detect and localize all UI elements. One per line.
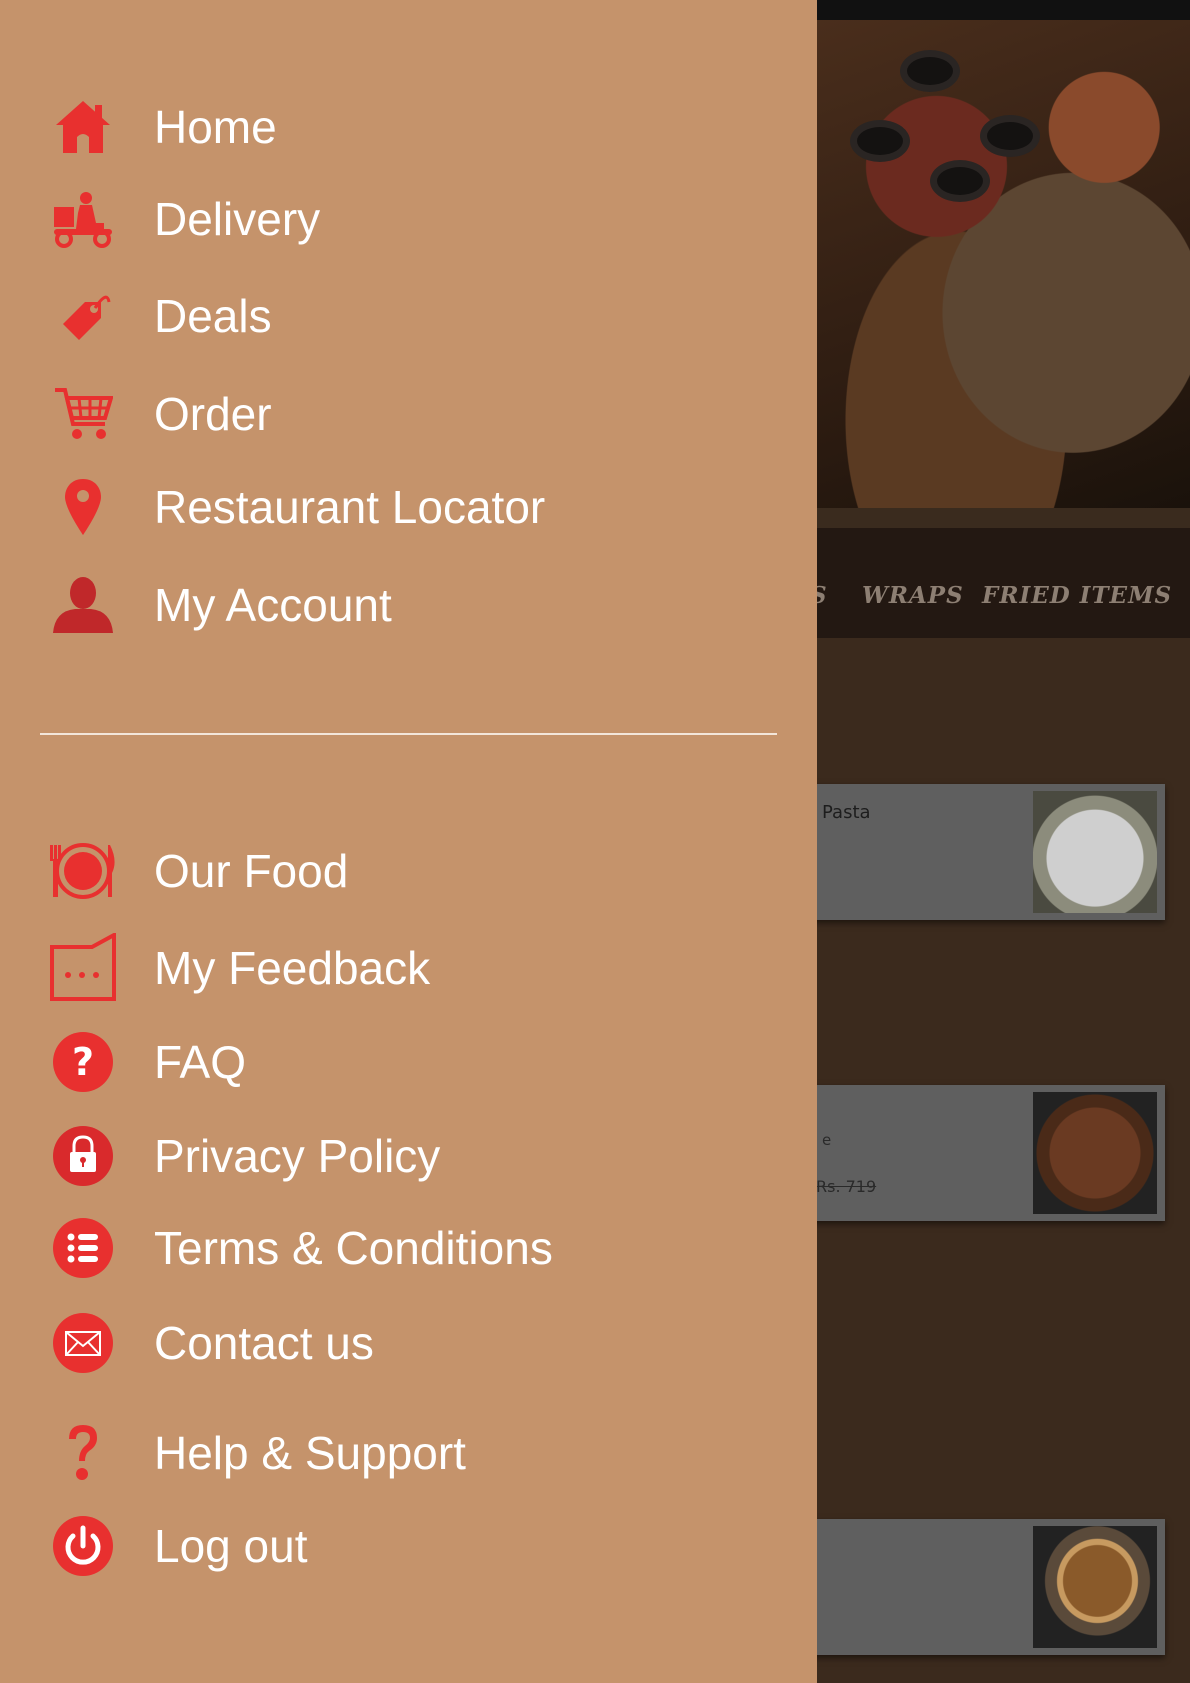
menu-item-label: Home	[154, 101, 277, 153]
menu-item-delivery[interactable]: Delivery	[48, 184, 320, 254]
menu-item-contact-us[interactable]: Contact us	[48, 1308, 374, 1378]
navigation-drawer: Home Delivery Deals Order Restaurant Loc…	[0, 0, 817, 1683]
plate-cutlery-icon	[48, 836, 118, 906]
menu-item-restaurant-locator[interactable]: Restaurant Locator	[48, 472, 545, 542]
lock-icon	[48, 1121, 118, 1191]
mail-icon	[48, 1308, 118, 1378]
food-card-old-price: Rs. 719	[816, 1177, 877, 1196]
menu-item-label: Privacy Policy	[154, 1130, 441, 1182]
menu-item-label: Terms & Conditions	[154, 1222, 553, 1274]
cart-icon	[48, 379, 118, 449]
tag-icon	[48, 281, 118, 351]
menu-item-my-account[interactable]: My Account	[48, 570, 392, 640]
food-thumbnail	[1033, 1092, 1157, 1214]
location-pin-icon	[48, 472, 118, 542]
menu-item-label: Our Food	[154, 845, 349, 897]
food-card: Pasta	[800, 784, 1165, 920]
menu-item-privacy-policy[interactable]: Privacy Policy	[48, 1121, 440, 1191]
food-thumbnail	[1033, 1526, 1157, 1648]
delivery-scooter-icon	[48, 184, 118, 254]
menu-item-label: Deals	[154, 290, 272, 342]
food-card-subtitle: e	[822, 1131, 832, 1149]
menu-item-label: Contact us	[154, 1317, 374, 1369]
svg-text:?: ?	[72, 1040, 94, 1084]
menu-item-label: Help & Support	[154, 1427, 466, 1479]
menu-item-faq[interactable]: ? FAQ	[48, 1027, 246, 1097]
list-icon	[48, 1213, 118, 1283]
menu-item-label: My Feedback	[154, 942, 431, 994]
menu-item-order[interactable]: Order	[48, 379, 272, 449]
question-mark-icon	[48, 1418, 118, 1488]
hero-pizza-image	[800, 20, 1190, 508]
menu-item-label: Restaurant Locator	[154, 481, 546, 533]
menu-item-label: Order	[154, 388, 272, 440]
menu-item-label: Log out	[154, 1520, 308, 1572]
tab-wraps: WRAPS	[862, 582, 964, 609]
food-card-title: Pasta	[822, 802, 871, 823]
food-card	[800, 1519, 1165, 1655]
user-icon	[48, 570, 118, 640]
menu-item-deals[interactable]: Deals	[48, 281, 272, 351]
menu-item-log-out[interactable]: Log out	[48, 1511, 307, 1581]
menu-item-help-support[interactable]: Help & Support	[48, 1418, 466, 1488]
menu-item-terms-conditions[interactable]: Terms & Conditions	[48, 1213, 553, 1283]
tab-fried-items: FRIED ITEMS	[982, 582, 1173, 609]
menu-item-my-feedback[interactable]: My Feedback	[48, 933, 430, 1003]
menu-item-label: My Account	[154, 579, 392, 631]
menu-item-our-food[interactable]: Our Food	[48, 836, 348, 906]
feedback-icon	[48, 933, 118, 1003]
food-card: e Rs. 719	[800, 1085, 1165, 1221]
menu-item-label: Delivery	[154, 193, 321, 245]
menu-item-home[interactable]: Home	[48, 92, 277, 162]
home-icon	[48, 92, 118, 162]
food-thumbnail	[1033, 791, 1157, 913]
question-circle-icon: ?	[48, 1027, 118, 1097]
power-icon	[48, 1511, 118, 1581]
menu-divider	[40, 733, 777, 735]
menu-item-label: FAQ	[154, 1036, 247, 1088]
